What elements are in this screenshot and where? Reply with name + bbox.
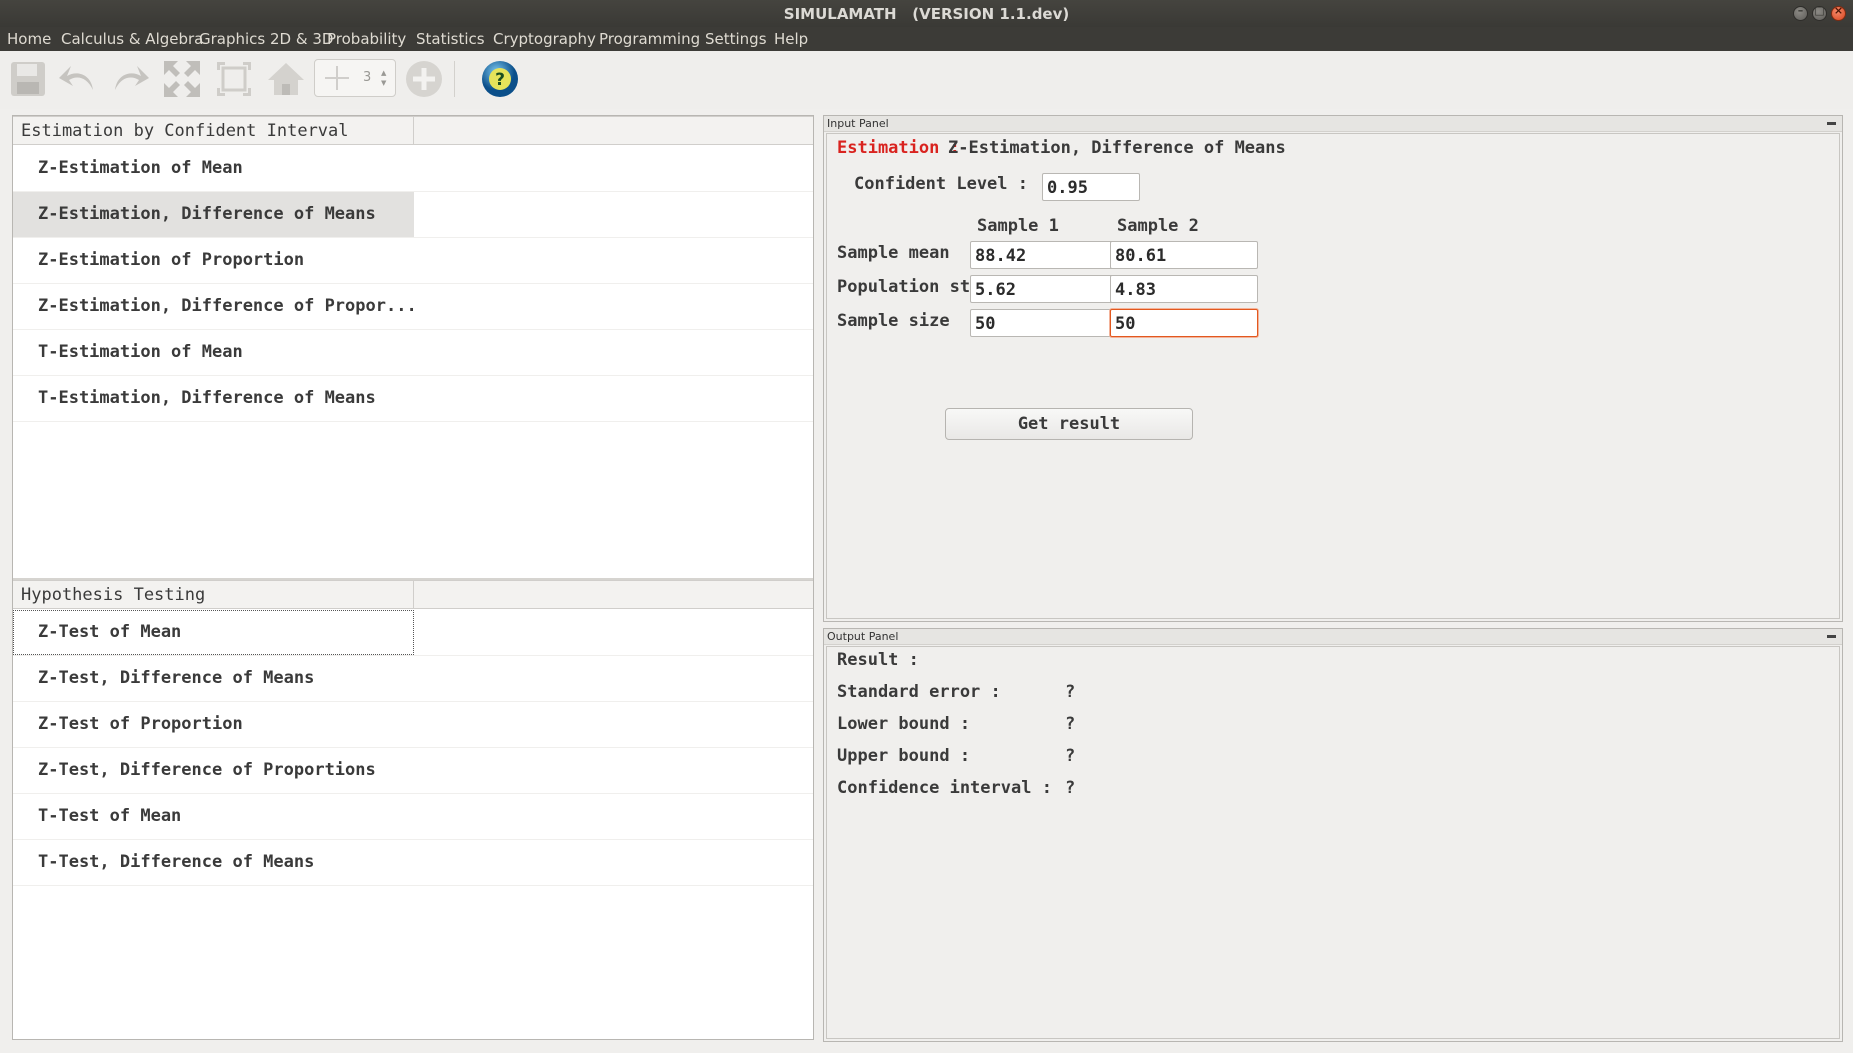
input-panel: Input Panel Estimation : Z-Estimation, D… <box>823 115 1843 622</box>
add-icon[interactable] <box>402 57 446 101</box>
lower-bound-value: ? <box>1065 714 1076 734</box>
sample-2-header: Sample 2 <box>1117 216 1199 236</box>
list-item-label: T-Estimation of Mean <box>38 342 243 362</box>
standard-error-label: Standard error : <box>837 682 1001 702</box>
menu-cryptography[interactable]: Cryptography <box>493 30 596 48</box>
testing-header: Hypothesis Testing <box>13 580 813 609</box>
sample-mean-label: Sample mean <box>837 243 950 263</box>
sample-mean-2-field[interactable]: 80.61 <box>1110 241 1258 269</box>
list-item-selected[interactable]: Z-Estimation, Difference of Means <box>13 192 813 238</box>
output-panel: Output Panel Result : Standard error : ?… <box>823 628 1843 1042</box>
menu-probability[interactable]: Probability <box>327 30 406 48</box>
population-std-2-field[interactable]: 4.83 <box>1110 275 1258 303</box>
menu-settings[interactable]: Settings <box>705 30 767 48</box>
menu-home[interactable]: Home <box>7 30 51 48</box>
list-item-label: Z-Estimation of Mean <box>38 158 243 178</box>
svg-text:?: ? <box>495 70 505 90</box>
list-item[interactable]: T-Estimation, Difference of Means <box>13 376 813 422</box>
list-item[interactable]: Z-Test, Difference of Means <box>13 656 813 702</box>
zoom-spinner[interactable]: 3 ▲ ▼ <box>314 59 396 97</box>
upper-bound-label: Upper bound : <box>837 746 971 766</box>
estimation-header-label: Estimation by Confident Interval <box>21 121 349 141</box>
redo-icon[interactable] <box>108 57 152 101</box>
list-item-label: Z-Estimation, Difference of Means <box>38 204 376 224</box>
result-label: Result : <box>837 650 919 670</box>
population-std-1-field[interactable]: 5.62 <box>970 275 1118 303</box>
minimize-panel-icon[interactable] <box>1827 635 1836 638</box>
confidence-interval-label: Confidence interval : <box>837 778 1052 798</box>
toolbar-separator <box>454 61 455 97</box>
confident-level-field[interactable]: 0.95 <box>1042 173 1140 201</box>
upper-bound-value: ? <box>1065 746 1076 766</box>
save-icon[interactable] <box>6 57 50 101</box>
method-title: Z-Estimation, Difference of Means <box>948 138 1286 158</box>
standard-error-value: ? <box>1065 682 1076 702</box>
list-item-label: Z-Estimation of Proportion <box>38 250 305 270</box>
list-item[interactable]: Z-Test of Proportion <box>13 702 813 748</box>
home-icon[interactable] <box>264 57 308 101</box>
spinner-up-icon[interactable]: ▲ <box>381 69 386 77</box>
sample-size-1-field[interactable]: 50 <box>970 309 1118 337</box>
estimation-header: Estimation by Confident Interval <box>13 116 813 145</box>
get-result-button[interactable]: Get result <box>945 408 1193 440</box>
menu-programming[interactable]: Programming <box>599 30 700 48</box>
menu-graphics[interactable]: Graphics 2D & 3D <box>199 30 333 48</box>
input-panel-header: Input Panel <box>824 116 1842 132</box>
expand-icon[interactable] <box>160 57 204 101</box>
output-results: Result : Standard error : ? Lower bound … <box>826 646 1840 1039</box>
spinner-down-icon[interactable]: ▼ <box>381 79 386 87</box>
list-item-label: Z-Estimation, Difference of Propor... <box>38 296 417 316</box>
list-item[interactable]: Z-Estimation, Difference of Propor... <box>13 284 813 330</box>
toolbar: 3 ▲ ▼ ? <box>0 51 1853 109</box>
lower-bound-label: Lower bound : <box>837 714 971 734</box>
list-item-focused[interactable]: Z-Test of Mean <box>13 610 813 656</box>
minimize-button[interactable]: – <box>1793 4 1808 21</box>
window-title: SIMULAMATH (VERSION 1.1.dev) <box>783 5 1070 23</box>
testing-header-label: Hypothesis Testing <box>21 585 206 605</box>
list-item[interactable]: Z-Test, Difference of Proportions <box>13 748 813 794</box>
input-panel-title: Input Panel <box>827 117 889 130</box>
method-list-panel: Estimation by Confident Interval Z-Estim… <box>12 115 814 1040</box>
list-item[interactable]: Z-Estimation of Mean <box>13 146 813 192</box>
list-item[interactable]: T-Estimation of Mean <box>13 330 813 376</box>
menu-bar: Home Calculus & Algebra Graphics 2D & 3D… <box>0 27 1853 51</box>
list-item-label: T-Test, Difference of Means <box>38 852 315 872</box>
sample-1-header: Sample 1 <box>977 216 1059 236</box>
population-std-label: Population std <box>837 277 981 297</box>
list-item-label: Z-Test of Proportion <box>38 714 243 734</box>
output-panel-header: Output Panel <box>824 629 1842 645</box>
confident-level-label: Confident Level : <box>854 174 1028 194</box>
estimation-prefix: Estimation : <box>837 138 960 158</box>
sample-mean-1-field[interactable]: 88.42 <box>970 241 1118 269</box>
list-item-label: T-Test of Mean <box>38 806 182 826</box>
list-item-label: Z-Test of Mean <box>38 622 182 642</box>
confidence-interval-value: ? <box>1065 778 1076 798</box>
list-item[interactable]: T-Test of Mean <box>13 794 813 840</box>
menu-statistics[interactable]: Statistics <box>416 30 485 48</box>
title-bar: SIMULAMATH (VERSION 1.1.dev) – □ × <box>0 0 1853 27</box>
list-item-label: Z-Test, Difference of Means <box>38 668 315 688</box>
menu-calculus-algebra[interactable]: Calculus & Algebra <box>61 30 203 48</box>
input-form: Estimation : Z-Estimation, Difference of… <box>826 133 1840 619</box>
menu-help[interactable]: Help <box>774 30 808 48</box>
list-item-label: Z-Test, Difference of Proportions <box>38 760 376 780</box>
minimize-panel-icon[interactable] <box>1827 122 1836 125</box>
sample-size-2-field[interactable]: 50 <box>1110 309 1258 337</box>
help-icon[interactable]: ? <box>478 57 522 101</box>
undo-icon[interactable] <box>56 57 100 101</box>
zoom-spinner-value: 3 <box>363 70 372 85</box>
list-item-label: T-Estimation, Difference of Means <box>38 388 376 408</box>
sample-size-label: Sample size <box>837 311 950 331</box>
close-button[interactable]: × <box>1831 4 1846 21</box>
fit-icon[interactable] <box>212 57 256 101</box>
list-item[interactable]: T-Test, Difference of Means <box>13 840 813 886</box>
output-panel-title: Output Panel <box>827 630 899 643</box>
list-item[interactable]: Z-Estimation of Proportion <box>13 238 813 284</box>
maximize-button[interactable]: □ <box>1812 4 1827 21</box>
